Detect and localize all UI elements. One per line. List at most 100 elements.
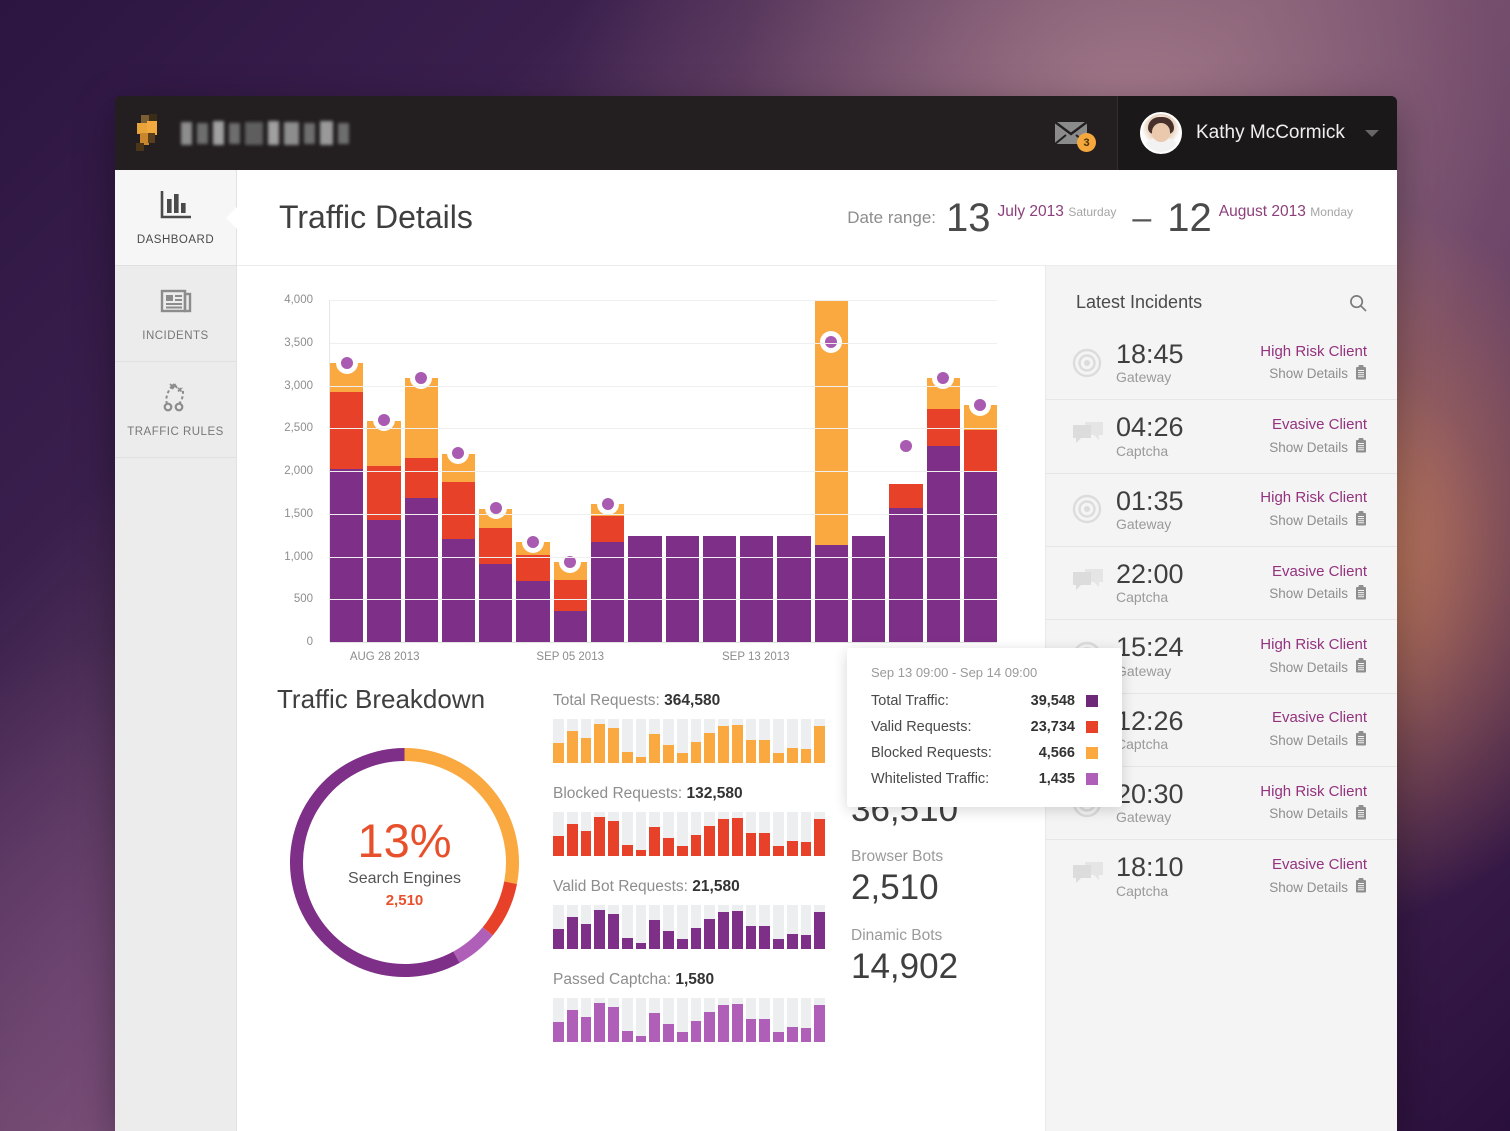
incident-time: 01:35	[1116, 485, 1184, 516]
chart-gridline	[330, 599, 997, 601]
chart-bar-segment	[590, 516, 625, 543]
chart-bar-segment	[814, 545, 848, 642]
metric-value: 1,580	[675, 971, 715, 988]
start-day: 13	[946, 195, 991, 240]
messages-button[interactable]: 3	[1025, 96, 1117, 170]
show-details-link[interactable]: Show Details	[1260, 511, 1367, 529]
sparkline-bar-fill	[621, 845, 633, 856]
sparkline-bar-fill	[800, 934, 812, 949]
user-menu[interactable]: Kathy McCormick	[1117, 96, 1397, 170]
sparkline-bar	[553, 905, 564, 949]
sparkline-bar-fill	[773, 753, 784, 763]
show-details-label: Show Details	[1269, 879, 1348, 895]
sparkline-bar	[704, 719, 715, 763]
user-name: Kathy McCormick	[1196, 122, 1345, 143]
chart-bar-segment	[740, 535, 774, 642]
metric-block: Total Requests: 364,580	[553, 692, 825, 763]
incident-right: Evasive Client Show Details	[1269, 709, 1367, 749]
date-range-start[interactable]: 13 July 2013 Saturday	[946, 195, 1116, 240]
content-area: 0 500 1,000 1,500 2,000 2,500 3,000 3,500 4,000 …	[237, 266, 1397, 1131]
chart-total-marker	[937, 371, 950, 384]
sparkline-bar	[745, 905, 757, 949]
sidebar-item-dashboard[interactable]: DASHBOARD	[115, 170, 236, 266]
sidebar-item-incidents[interactable]: INCIDENTS	[115, 266, 236, 362]
chart-bar-segment	[553, 579, 587, 612]
metric-block: Valid Bot Requests: 21,580	[553, 878, 825, 949]
sparkline-bar	[621, 812, 633, 856]
sparkline-bar-fill	[773, 939, 784, 949]
metric-block: Blocked Requests: 132,580	[553, 785, 825, 856]
sparkline-bar	[608, 998, 619, 1042]
incident-time-block: 12:26 Captcha	[1116, 706, 1184, 752]
incident-row[interactable]: 22:00 Captcha Evasive Client Show Details	[1046, 546, 1397, 619]
show-details-link[interactable]: Show Details	[1269, 731, 1367, 749]
sparkline-bar-fill	[718, 1004, 729, 1042]
sidebar-item-label: INCIDENTS	[142, 329, 209, 342]
sparkline-bar-fill	[621, 938, 633, 949]
show-details-link[interactable]: Show Details	[1260, 364, 1367, 383]
sparkline-bar-fill	[566, 917, 578, 949]
sparkline-bar-fill	[608, 727, 619, 763]
sparkline-bar-fill	[649, 733, 660, 763]
sparkline-bar-fill	[745, 1019, 757, 1042]
sidebar-item-traffic-rules[interactable]: TRAFFIC RULES	[115, 362, 236, 458]
sparkline-bar	[566, 998, 578, 1042]
chart-total-marker	[489, 502, 502, 515]
sparkline-bar	[786, 998, 798, 1042]
incident-right: High Risk Client Show Details	[1260, 783, 1367, 823]
metric-label: Blocked Requests: 132,580	[553, 785, 743, 802]
sparkline-bar-fill	[635, 1035, 647, 1042]
incident-type: Evasive Client	[1271, 416, 1367, 434]
show-details-link[interactable]: Show Details	[1269, 878, 1367, 896]
incident-row[interactable]: 01:35 Gateway High Risk Client Show Details	[1046, 472, 1397, 546]
sparkline-bar-fill	[786, 1027, 798, 1042]
sparkline-bar	[731, 905, 743, 949]
show-details-link[interactable]: Show Details	[1269, 438, 1367, 456]
sparkline-bar-fill	[718, 725, 729, 763]
sparkline-bar-fill	[594, 817, 605, 856]
sparkline-bar	[690, 719, 702, 763]
metric-value: 132,580	[686, 785, 743, 802]
chevron-down-icon[interactable]	[1365, 129, 1379, 137]
clipboard-icon	[1355, 584, 1367, 603]
sparkline-bar	[594, 998, 605, 1042]
stat-label: Dinamic Bots	[851, 926, 943, 944]
sparkline-bar	[690, 905, 702, 949]
clipboard-icon	[1355, 804, 1367, 823]
sidebar: DASHBOARD INCIDENTS TRAFFIC RULES	[115, 170, 237, 1131]
incident-source: Captcha	[1116, 589, 1169, 606]
incident-row[interactable]: 04:26 Captcha Evasive Client Show Details	[1046, 399, 1397, 472]
date-range-picker[interactable]: Date range: 13 July 2013 Saturday – 12 A…	[847, 195, 1353, 240]
chart-gridline	[330, 385, 997, 387]
sparkline-bar-fill	[800, 841, 812, 856]
chart-total-marker	[415, 371, 428, 384]
show-details-link[interactable]: Show Details	[1260, 804, 1367, 823]
sparkline-bar-fill	[745, 833, 757, 856]
sparkline-bar-fill	[566, 1010, 578, 1042]
search-icon[interactable]	[1349, 294, 1367, 312]
tooltip-row-swatch	[1086, 747, 1098, 759]
brand-logo[interactable]	[115, 96, 349, 170]
incident-row[interactable]: 18:45 Gateway High Risk Client Show Details	[1046, 327, 1397, 399]
stat-block: Dinamic Bots 14,902	[851, 927, 1001, 986]
show-details-link[interactable]: Show Details	[1269, 584, 1367, 603]
show-details-label: Show Details	[1269, 586, 1348, 602]
metric-sparkline	[553, 719, 825, 763]
sparkline-bar-fill	[786, 748, 798, 763]
show-details-link[interactable]: Show Details	[1260, 658, 1367, 676]
sparkline-bar-fill	[745, 740, 757, 763]
incident-row[interactable]: 18:10 Captcha Evasive Client Show Details	[1046, 839, 1397, 912]
incident-time-block: 18:45 Gateway	[1116, 340, 1184, 386]
sparkline-bar-fill	[814, 1005, 825, 1042]
top-bar: 3 Kathy McCormick	[115, 96, 1397, 170]
show-details-label: Show Details	[1269, 512, 1348, 528]
sparkline-bar-fill	[773, 1032, 784, 1042]
chart-y-tick: 500	[293, 593, 313, 606]
sparkline-bar-fill	[649, 919, 660, 949]
chart-bar-segment	[441, 481, 476, 539]
sparkline-bar-fill	[814, 819, 825, 856]
donut-chart[interactable]: 13% Search Engines 2,510	[283, 741, 526, 984]
sparkline-bar	[704, 998, 715, 1042]
date-range-end[interactable]: 12 August 2013 Monday	[1167, 198, 1353, 238]
stat-block: Browser Bots 2,510	[851, 848, 1001, 907]
